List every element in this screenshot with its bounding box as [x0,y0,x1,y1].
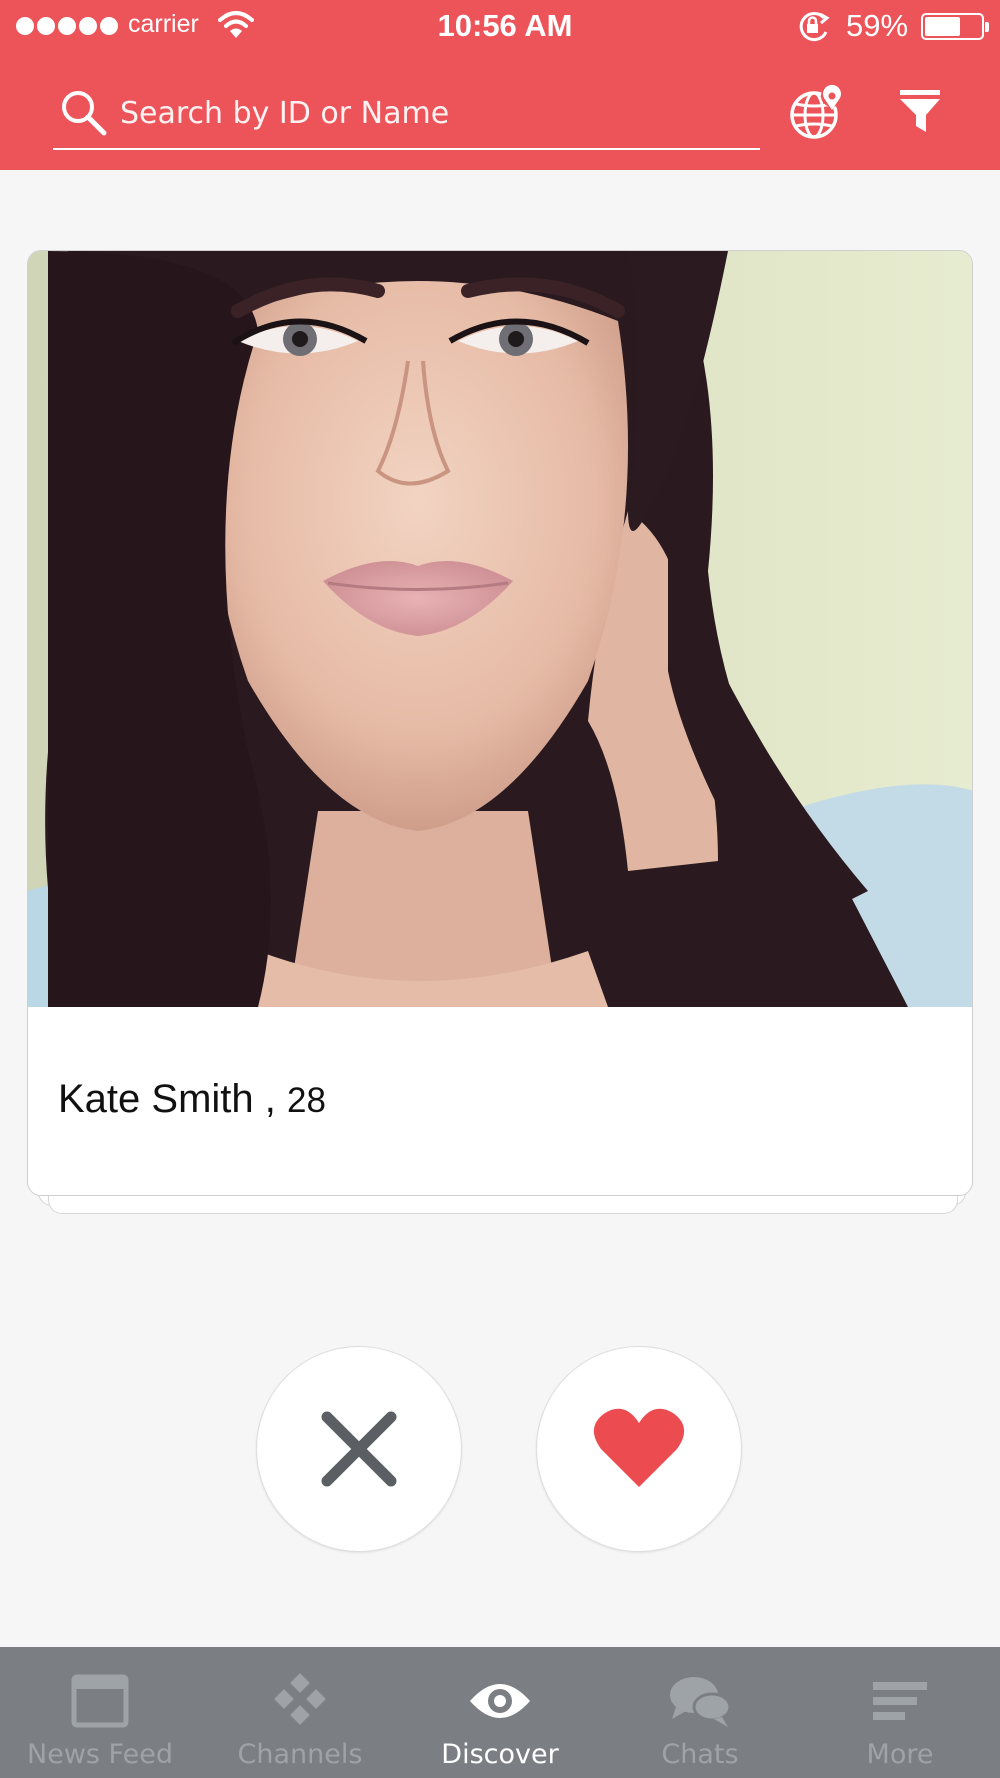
tab-label: Discover [441,1739,559,1770]
tab-channels[interactable]: Channels [200,1647,400,1778]
battery-percent: 59% [846,8,909,43]
menu-lines-icon [873,1682,927,1720]
tab-discover[interactable]: Discover [400,1647,600,1778]
name-age-separator: , [253,1077,287,1121]
search-icon [62,91,107,136]
x-icon [321,1411,397,1487]
filter-funnel-icon[interactable] [894,86,946,138]
status-bar: carrier 10:56 AM 59% [0,0,1000,52]
profile-card[interactable]: Kate Smith , 28 [27,250,973,1196]
profile-name-age: Kate Smith , 28 [58,1077,326,1122]
tab-chats[interactable]: Chats [600,1647,800,1778]
tab-bar: News Feed Channels Discover Chats More [0,1647,1000,1778]
profile-name: Kate Smith [58,1077,254,1121]
heart-icon [593,1408,685,1487]
eye-icon [470,1684,530,1718]
profile-photo[interactable] [28,251,972,1007]
like-button[interactable] [536,1346,742,1552]
dislike-button[interactable] [256,1346,462,1552]
chat-bubbles-icon [670,1677,732,1727]
channels-icon [274,1673,326,1725]
search-input[interactable] [120,90,740,136]
tab-label: Chats [661,1739,739,1770]
header-bar: carrier 10:56 AM 59% [0,0,1000,170]
tab-label: More [866,1739,934,1770]
news-feed-icon [71,1674,129,1728]
globe-location-icon[interactable] [788,84,846,142]
tab-label: Channels [237,1739,363,1770]
tab-label: News Feed [27,1739,173,1770]
profile-age: 28 [287,1081,326,1120]
battery-icon [921,13,989,40]
rotation-lock-icon [799,12,830,42]
tab-news-feed[interactable]: News Feed [0,1647,200,1778]
tab-more[interactable]: More [800,1647,1000,1778]
search-bar[interactable] [53,80,760,150]
